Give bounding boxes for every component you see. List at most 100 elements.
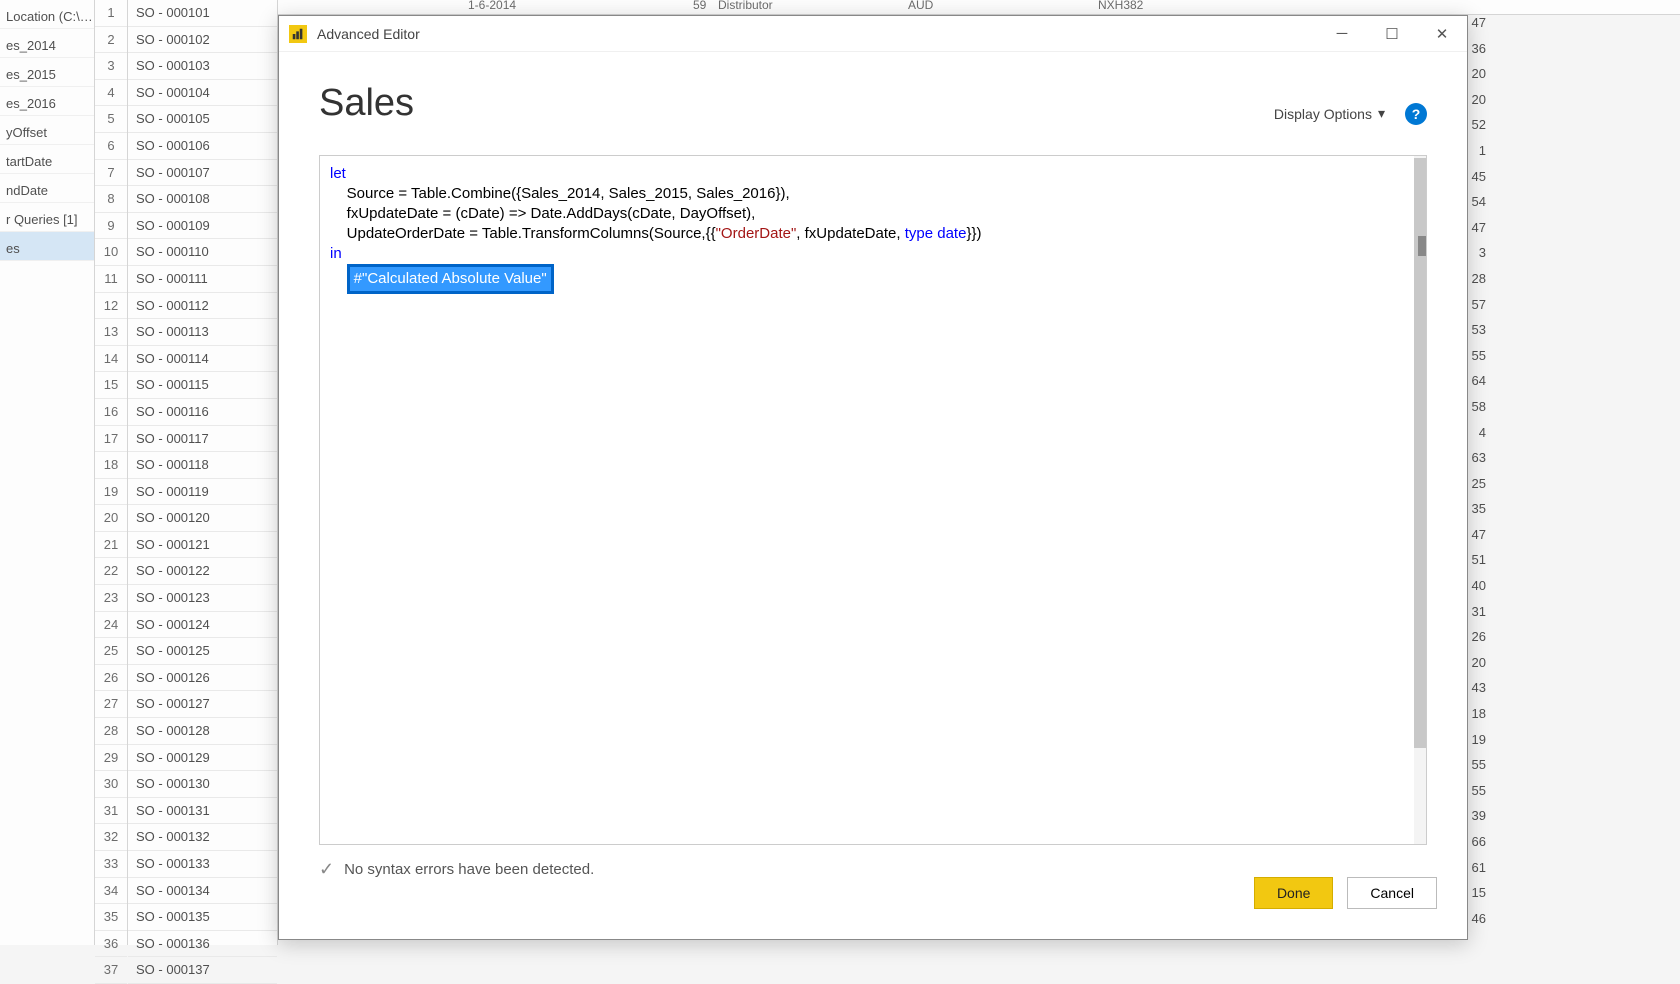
- row-number[interactable]: 29: [95, 745, 127, 772]
- so-cell[interactable]: SO - 000127: [128, 691, 277, 718]
- maximize-button[interactable]: ☐: [1367, 16, 1417, 52]
- row-number[interactable]: 11: [95, 266, 127, 293]
- so-cell[interactable]: SO - 000129: [128, 745, 277, 772]
- so-cell[interactable]: SO - 000121: [128, 532, 277, 559]
- so-cell[interactable]: SO - 000128: [128, 718, 277, 745]
- row-number[interactable]: 27: [95, 691, 127, 718]
- code-line-fx: fxUpdateDate = (cDate) => Date.AddDays(c…: [330, 204, 1416, 224]
- row-number[interactable]: 30: [95, 771, 127, 798]
- so-cell[interactable]: SO - 000135: [128, 904, 277, 931]
- so-cell[interactable]: SO - 000122: [128, 558, 277, 585]
- row-number[interactable]: 12: [95, 293, 127, 320]
- row-number[interactable]: 15: [95, 372, 127, 399]
- sidebar-item[interactable]: tartDate: [0, 145, 94, 174]
- row-number[interactable]: 25: [95, 638, 127, 665]
- row-number[interactable]: 31: [95, 798, 127, 825]
- row-number[interactable]: 19: [95, 479, 127, 506]
- row-number[interactable]: 35: [95, 904, 127, 931]
- code-seg-3a: UpdateOrderDate = Table.TransformColumns…: [330, 225, 716, 242]
- code-editor[interactable]: let Source = Table.Combine({Sales_2014, …: [319, 155, 1427, 845]
- close-button[interactable]: ✕: [1417, 16, 1467, 52]
- so-cell[interactable]: SO - 000136: [128, 931, 277, 958]
- row-number[interactable]: 17: [95, 426, 127, 453]
- row-number[interactable]: 24: [95, 612, 127, 639]
- check-icon: ✓: [319, 859, 334, 880]
- so-cell[interactable]: SO - 000110: [128, 239, 277, 266]
- so-cell[interactable]: SO - 000117: [128, 426, 277, 453]
- display-options-label: Display Options: [1274, 106, 1372, 122]
- so-cell[interactable]: SO - 000126: [128, 665, 277, 692]
- minimize-button[interactable]: ─: [1317, 16, 1367, 52]
- kw-date: date: [933, 225, 966, 242]
- sidebar-item[interactable]: yOffset: [0, 116, 94, 145]
- sidebar-item[interactable]: es_2016: [0, 87, 94, 116]
- row-number[interactable]: 13: [95, 319, 127, 346]
- row-number[interactable]: 32: [95, 824, 127, 851]
- row-number[interactable]: 5: [95, 106, 127, 133]
- so-cell[interactable]: SO - 000132: [128, 824, 277, 851]
- so-cell[interactable]: SO - 000137: [128, 957, 277, 984]
- so-cell[interactable]: SO - 000133: [128, 851, 277, 878]
- row-number[interactable]: 18: [95, 452, 127, 479]
- so-cell[interactable]: SO - 000131: [128, 798, 277, 825]
- so-cell[interactable]: SO - 000109: [128, 213, 277, 240]
- so-cell[interactable]: SO - 000107: [128, 160, 277, 187]
- row-number[interactable]: 20: [95, 505, 127, 532]
- selected-step[interactable]: #"Calculated Absolute Value": [347, 264, 554, 294]
- editor-scrollbar[interactable]: [1414, 156, 1426, 844]
- so-cell[interactable]: SO - 000102: [128, 27, 277, 54]
- row-number[interactable]: 22: [95, 558, 127, 585]
- so-cell[interactable]: SO - 000105: [128, 106, 277, 133]
- sidebar-item[interactable]: es: [0, 232, 94, 261]
- row-number[interactable]: 10: [95, 239, 127, 266]
- so-cell[interactable]: SO - 000112: [128, 293, 277, 320]
- so-cell[interactable]: SO - 000116: [128, 399, 277, 426]
- row-number[interactable]: 33: [95, 851, 127, 878]
- so-cell[interactable]: SO - 000104: [128, 80, 277, 107]
- so-cell[interactable]: SO - 000101: [128, 0, 277, 27]
- row-number[interactable]: 8: [95, 186, 127, 213]
- so-cell[interactable]: SO - 000114: [128, 346, 277, 373]
- row-number[interactable]: 7: [95, 160, 127, 187]
- row-number[interactable]: 1: [95, 0, 127, 27]
- so-cell[interactable]: SO - 000115: [128, 372, 277, 399]
- bg-qty: 59: [693, 0, 706, 12]
- so-cell[interactable]: SO - 000130: [128, 771, 277, 798]
- sidebar-item[interactable]: es_2014: [0, 29, 94, 58]
- row-number[interactable]: 6: [95, 133, 127, 160]
- so-cell[interactable]: SO - 000118: [128, 452, 277, 479]
- row-number[interactable]: 3: [95, 53, 127, 80]
- row-number[interactable]: 23: [95, 585, 127, 612]
- so-cell[interactable]: SO - 000103: [128, 53, 277, 80]
- so-cell[interactable]: SO - 000111: [128, 266, 277, 293]
- so-cell[interactable]: SO - 000125: [128, 638, 277, 665]
- sidebar-item[interactable]: Location (C:\…: [0, 0, 94, 29]
- sidebar-item[interactable]: r Queries [1]: [0, 203, 94, 232]
- so-cell[interactable]: SO - 000134: [128, 878, 277, 905]
- help-icon[interactable]: ?: [1405, 103, 1427, 125]
- row-number[interactable]: 37: [95, 957, 127, 984]
- row-number[interactable]: 14: [95, 346, 127, 373]
- so-cell[interactable]: SO - 000120: [128, 505, 277, 532]
- so-cell[interactable]: SO - 000124: [128, 612, 277, 639]
- row-number[interactable]: 9: [95, 213, 127, 240]
- so-cell[interactable]: SO - 000108: [128, 186, 277, 213]
- so-cell[interactable]: SO - 000123: [128, 585, 277, 612]
- row-number[interactable]: 28: [95, 718, 127, 745]
- row-number[interactable]: 21: [95, 532, 127, 559]
- so-cell[interactable]: SO - 000113: [128, 319, 277, 346]
- display-options-dropdown[interactable]: Display Options ▾: [1274, 105, 1385, 122]
- row-number[interactable]: 4: [95, 80, 127, 107]
- so-cell[interactable]: SO - 000106: [128, 133, 277, 160]
- row-number[interactable]: 36: [95, 931, 127, 958]
- cancel-button[interactable]: Cancel: [1347, 877, 1437, 909]
- row-number[interactable]: 26: [95, 665, 127, 692]
- row-number[interactable]: 16: [95, 399, 127, 426]
- sidebar-item[interactable]: ndDate: [0, 174, 94, 203]
- row-number[interactable]: 2: [95, 27, 127, 54]
- sidebar-item[interactable]: es_2015: [0, 58, 94, 87]
- code-content[interactable]: let Source = Table.Combine({Sales_2014, …: [320, 156, 1426, 302]
- so-cell[interactable]: SO - 000119: [128, 479, 277, 506]
- done-button[interactable]: Done: [1254, 877, 1333, 909]
- row-number[interactable]: 34: [95, 878, 127, 905]
